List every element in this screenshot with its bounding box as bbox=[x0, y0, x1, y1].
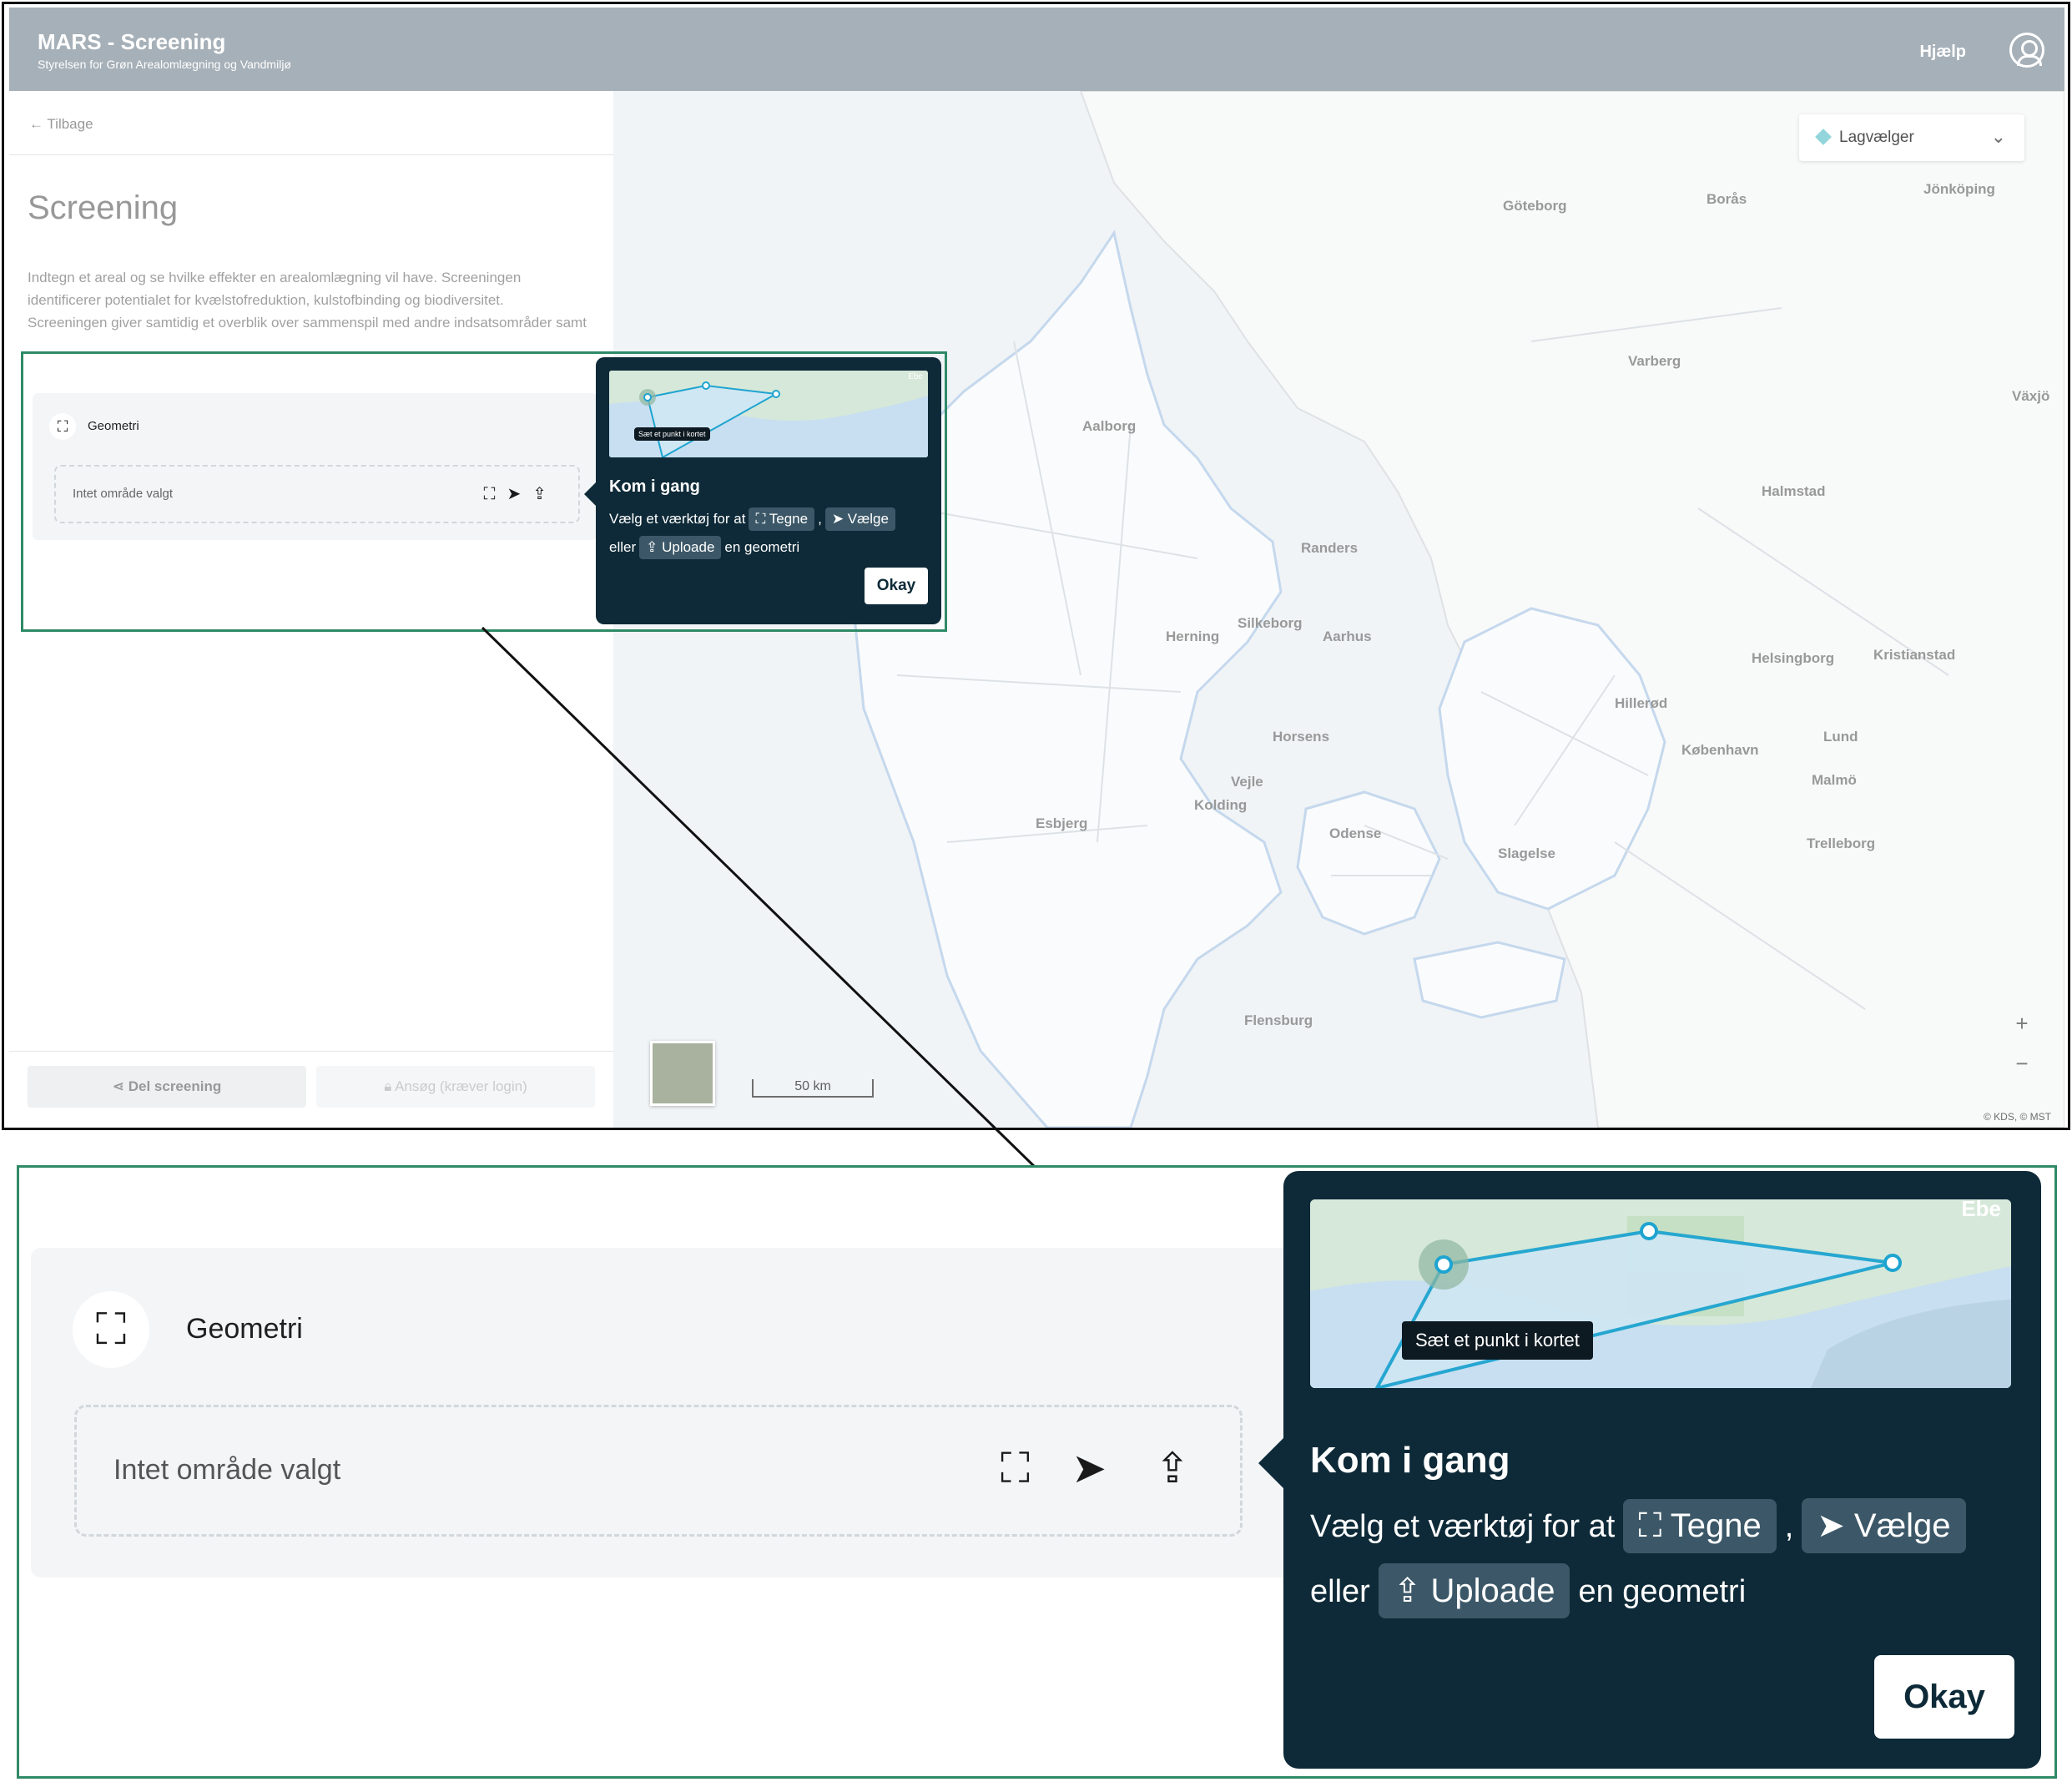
cursor-select-icon[interactable]: ➤ bbox=[1071, 1444, 1107, 1492]
upload-icon: ⇪ bbox=[1393, 1573, 1431, 1609]
tooltip-line-1: Vælg et værktøj for at ⛶ Tegne, ➤ Vælge bbox=[1310, 1498, 1974, 1553]
tooltip-preview-image: Sæt et punkt i kortet Ebe bbox=[1310, 1199, 2011, 1388]
tooltip-title: Kom i gang bbox=[1310, 1440, 1510, 1481]
geometry-title: Geometri bbox=[186, 1313, 303, 1345]
onboarding-tooltip: Sæt et punkt i kortet Ebe Kom i gang Væl… bbox=[1258, 1171, 2041, 1769]
okay-button[interactable]: Okay bbox=[1874, 1655, 2014, 1739]
figure-root: MARS - Screening Styrelsen for Grøn Area… bbox=[0, 0, 2072, 1782]
cursor-select-icon: ➤ bbox=[1817, 1507, 1854, 1544]
geometry-placeholder: Intet område valgt bbox=[113, 1454, 341, 1486]
zoomed-callout: ⛶ Geometri Intet område valgt ⛶ ➤ ⇪ Sæt … bbox=[17, 1165, 2057, 1779]
polygon-draw-icon: ⛶ bbox=[73, 1291, 149, 1368]
preview-tooltip-label: Sæt et punkt i kortet bbox=[1402, 1321, 1593, 1360]
tooltip-line-2: eller ⇪ Uploade en geometri bbox=[1310, 1563, 1746, 1618]
tooltip-separator: , bbox=[1784, 1509, 1794, 1544]
polygon-draw-icon: ⛶ bbox=[1638, 1507, 1671, 1544]
tooltip-text: Vælg et værktøj for at bbox=[1310, 1509, 1616, 1544]
preview-corner-text: Ebe bbox=[1961, 1199, 2001, 1221]
upload-chip: ⇪ Uploade bbox=[1378, 1563, 1570, 1618]
upload-icon[interactable]: ⇪ bbox=[1155, 1444, 1190, 1492]
draw-chip: ⛶ Tegne bbox=[1623, 1499, 1777, 1553]
select-chip: ➤ Vælge bbox=[1802, 1498, 1966, 1553]
polygon-draw-icon[interactable]: ⛶ bbox=[1001, 1444, 1030, 1493]
tooltip-text: en geometri bbox=[1578, 1574, 1747, 1609]
tooltip-text: eller bbox=[1310, 1574, 1370, 1609]
upload-chip-label: Uploade bbox=[1430, 1573, 1555, 1609]
draw-chip-label: Tegne bbox=[1670, 1507, 1762, 1544]
geometry-card: ⛶ Geometri Intet område valgt ⛶ ➤ ⇪ bbox=[31, 1248, 1333, 1578]
geometry-dropzone[interactable]: Intet område valgt ⛶ ➤ ⇪ bbox=[74, 1405, 1243, 1537]
select-chip-label: Vælge bbox=[1853, 1507, 1951, 1544]
